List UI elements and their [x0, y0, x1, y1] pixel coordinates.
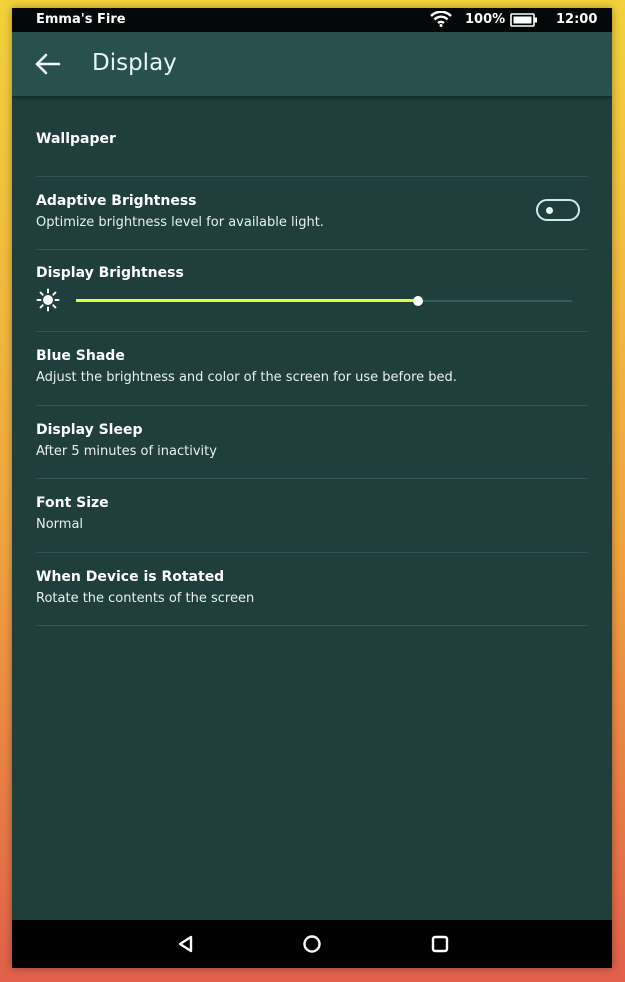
setting-description: Rotate the contents of the screen [36, 591, 255, 606]
slider-fill [76, 299, 419, 302]
setting-display-sleep[interactable]: Display Sleep After 5 minutes of inactiv… [36, 406, 588, 479]
navigation-bar [12, 920, 612, 968]
setting-description: Normal [36, 517, 84, 532]
setting-label: Display Sleep [36, 422, 143, 438]
setting-label: Blue Shade [36, 348, 125, 364]
setting-label: Wallpaper [36, 131, 116, 147]
app-bar: Display [12, 32, 612, 96]
brightness-slider[interactable] [76, 296, 572, 306]
clock: 12:00 [556, 12, 598, 27]
setting-label: When Device is Rotated [36, 569, 225, 585]
setting-adaptive-brightness[interactable]: Adaptive Brightness Optimize brightness … [36, 177, 588, 250]
toggle-knob [546, 207, 553, 214]
setting-label: Font Size [36, 495, 109, 511]
setting-blue-shade[interactable]: Blue Shade Adjust the brightness and col… [36, 332, 588, 406]
setting-display-brightness: Display Brightness [36, 250, 588, 332]
back-triangle-icon[interactable] [174, 932, 198, 956]
setting-label: Adaptive Brightness [36, 193, 197, 209]
slider-thumb[interactable] [413, 296, 424, 306]
setting-font-size[interactable]: Font Size Normal [36, 479, 588, 553]
device-screen: Emma's Fire 100% 12:00 Display Wallpaper… [12, 8, 612, 968]
arrow-left-icon[interactable] [34, 52, 62, 76]
setting-label: Display Brightness [36, 265, 184, 281]
battery-percent: 100% [465, 12, 506, 27]
recents-square-icon[interactable] [428, 932, 452, 956]
battery-icon [510, 13, 537, 27]
setting-description: After 5 minutes of inactivity [36, 444, 217, 459]
page-title: Display [92, 50, 177, 76]
status-bar: Emma's Fire 100% 12:00 [12, 8, 612, 32]
setting-wallpaper[interactable]: Wallpaper [36, 104, 588, 177]
setting-description: Optimize brightness level for available … [36, 215, 324, 230]
device-name: Emma's Fire [36, 12, 126, 27]
settings-list: Wallpaper Adaptive Brightness Optimize b… [36, 104, 588, 626]
setting-description: Adjust the brightness and color of the s… [36, 370, 457, 385]
wifi-icon [430, 11, 452, 27]
sun-icon [36, 288, 60, 312]
setting-rotation[interactable]: When Device is Rotated Rotate the conten… [36, 553, 588, 626]
home-circle-icon[interactable] [300, 932, 324, 956]
adaptive-brightness-toggle[interactable] [536, 199, 580, 221]
